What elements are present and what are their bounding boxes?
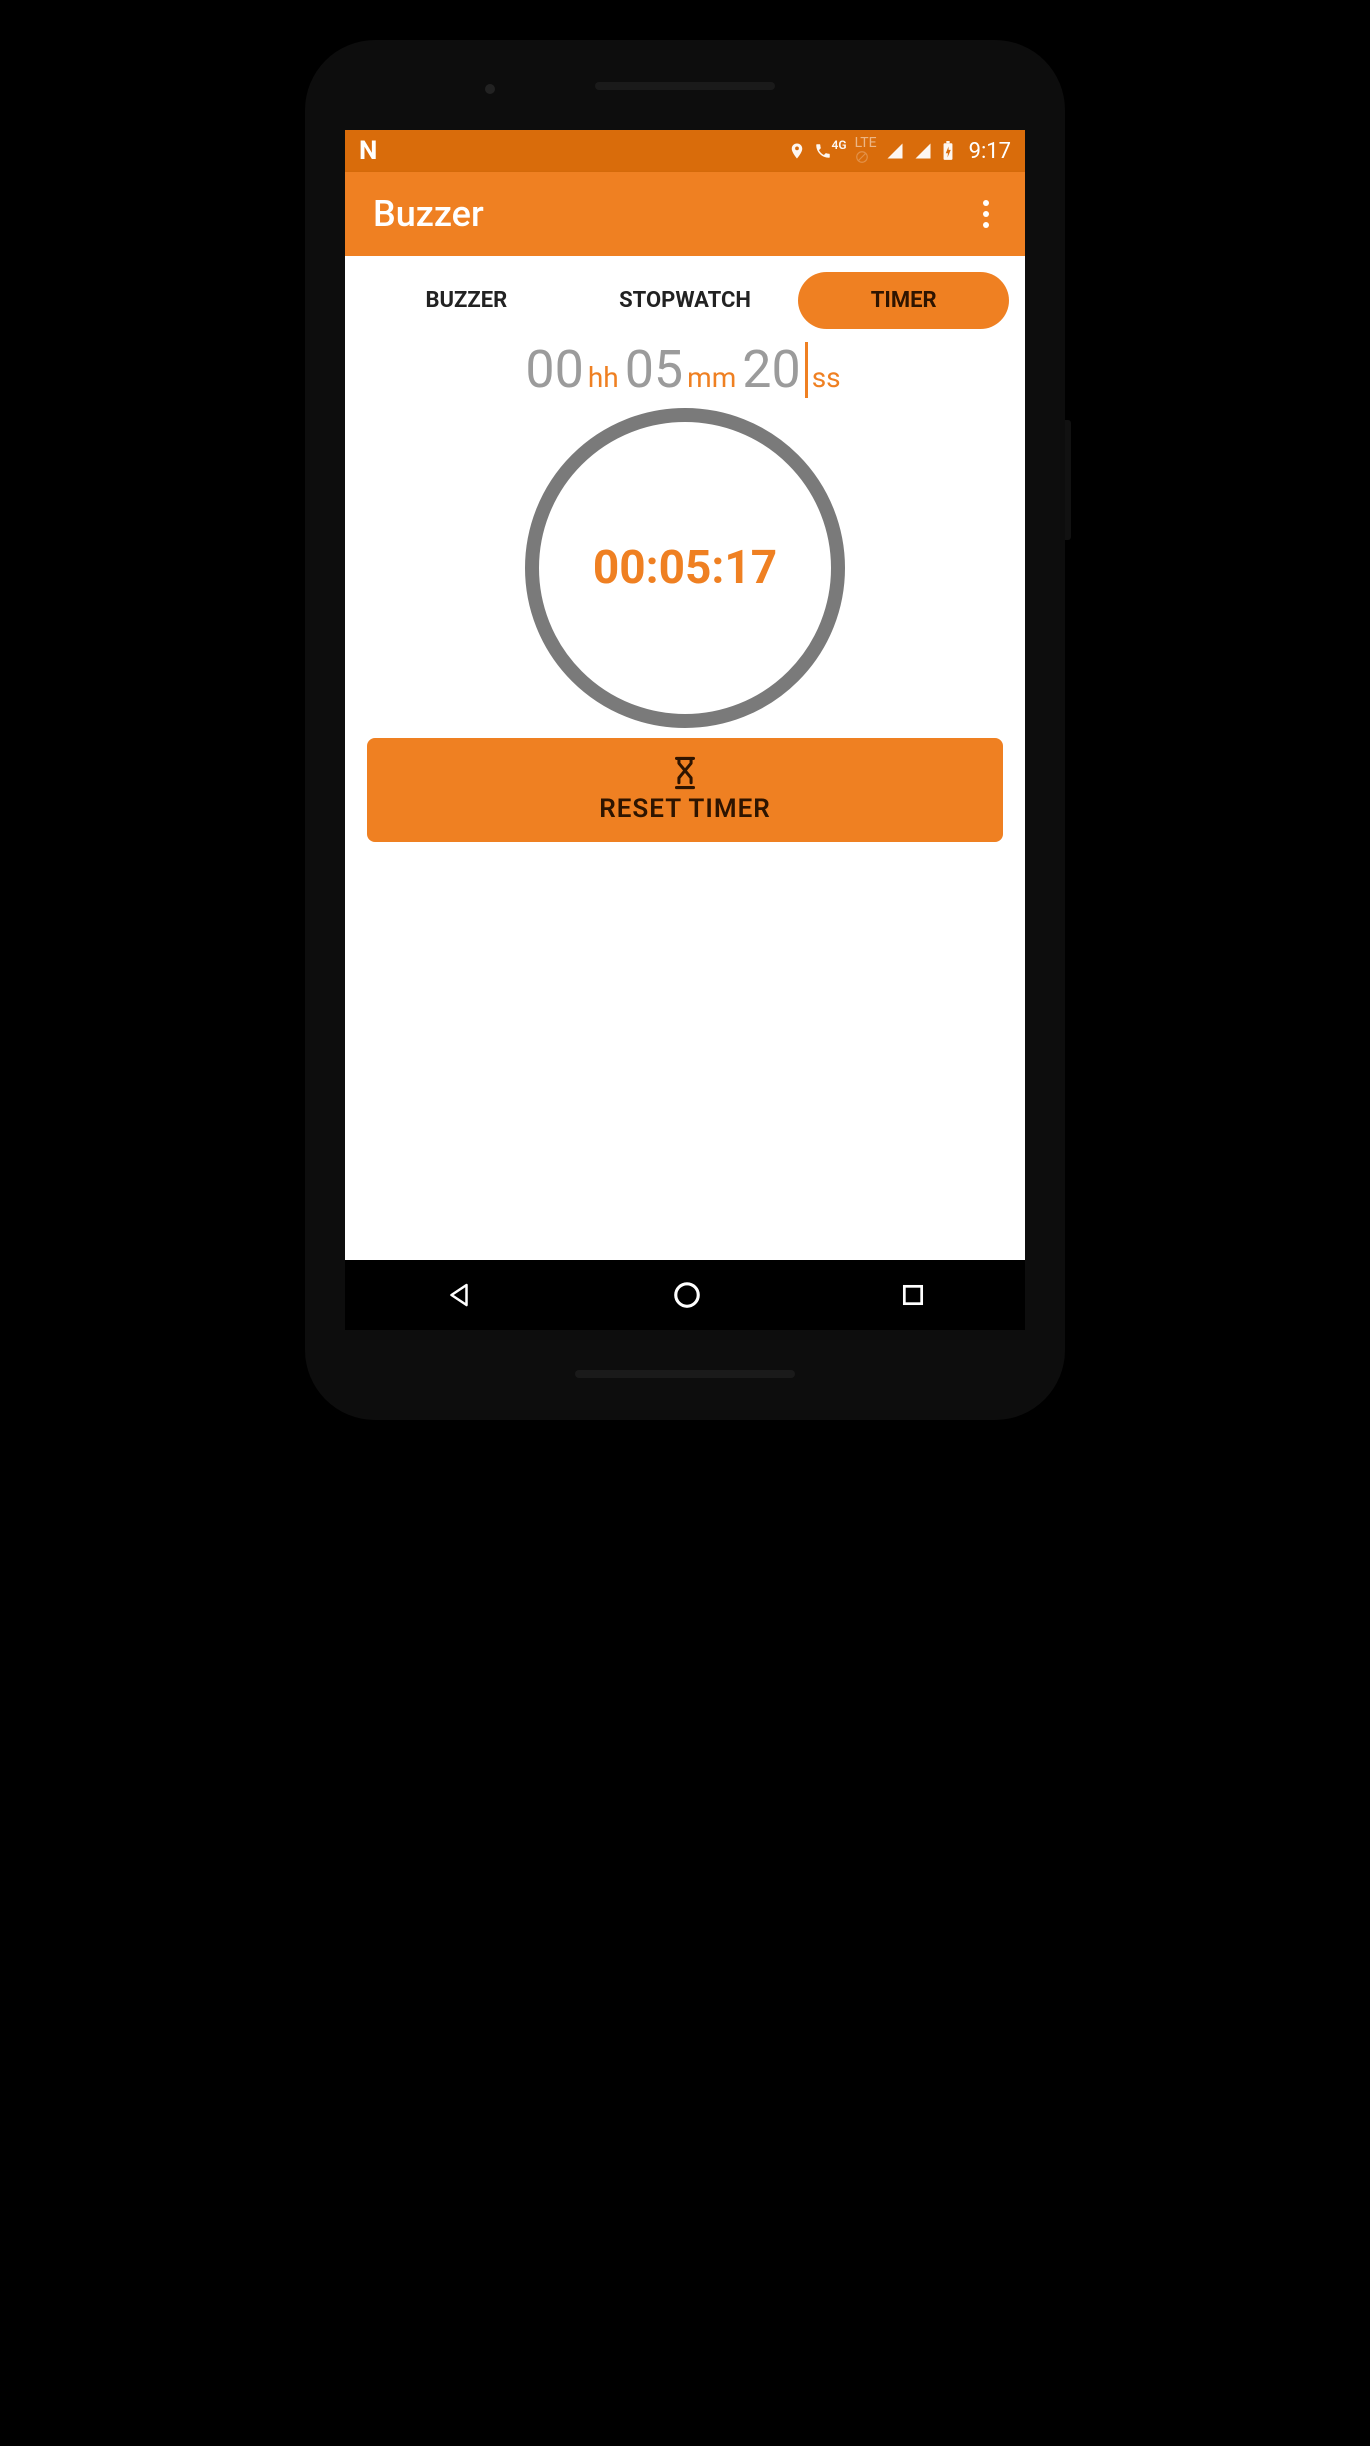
timer-hours-unit: hh (588, 361, 619, 394)
tab-label: STOPWATCH (619, 288, 751, 313)
content-area: BUZZER STOPWATCH TIMER 00 hh 05 mm 20 ss (345, 256, 1025, 1260)
timer-remaining-display: 00:05:17 (593, 541, 777, 595)
lte-label: LTE (855, 136, 877, 167)
tab-label: BUZZER (425, 288, 507, 313)
phone-speaker-bottom (575, 1370, 795, 1378)
timer-input[interactable]: 00 hh 05 mm 20 ss (361, 339, 1009, 400)
timer-minutes-unit: mm (687, 361, 736, 394)
hourglass-icon (670, 756, 700, 790)
app-bar: Buzzer (345, 172, 1025, 256)
android-nav-bar (345, 1260, 1025, 1330)
timer-seconds-unit: ss (812, 361, 841, 394)
tab-label: TIMER (871, 288, 937, 313)
timer-seconds-value: 20 (742, 339, 800, 400)
battery-charging-icon (941, 141, 955, 161)
overflow-menu-icon[interactable] (975, 192, 997, 236)
tab-bar: BUZZER STOPWATCH TIMER (361, 272, 1009, 329)
phone-camera (485, 84, 495, 94)
location-icon (788, 142, 806, 160)
timer-circle[interactable]: 00:05:17 (525, 408, 845, 728)
screen: N 4G LTE 9:17 Buzzer (345, 130, 1025, 1330)
label-4g: 4G (832, 138, 847, 152)
timer-minutes-value: 05 (625, 339, 683, 400)
lte-text: LTE (855, 135, 877, 151)
tab-stopwatch[interactable]: STOPWATCH (580, 272, 791, 329)
nav-recent-icon[interactable] (900, 1282, 926, 1308)
signal-icon-2 (913, 142, 933, 160)
text-cursor (805, 342, 808, 398)
status-clock: 9:17 (969, 139, 1011, 164)
android-n-icon: N (359, 136, 375, 166)
signal-icon (885, 142, 905, 160)
status-bar: N 4G LTE 9:17 (345, 130, 1025, 172)
timer-hours-value: 00 (525, 339, 583, 400)
reset-timer-label: RESET TIMER (599, 794, 771, 824)
app-title: Buzzer (373, 193, 975, 235)
nav-home-icon[interactable] (672, 1280, 702, 1310)
phone-4g-icon: 4G (814, 142, 847, 160)
tab-buzzer[interactable]: BUZZER (361, 272, 572, 329)
phone-speaker-top (595, 82, 775, 90)
timer-circle-container: 00:05:17 (361, 408, 1009, 728)
tab-timer[interactable]: TIMER (798, 272, 1009, 329)
phone-frame: N 4G LTE 9:17 Buzzer (305, 40, 1065, 1420)
reset-timer-button[interactable]: RESET TIMER (367, 738, 1003, 842)
nav-back-icon[interactable] (444, 1280, 474, 1310)
